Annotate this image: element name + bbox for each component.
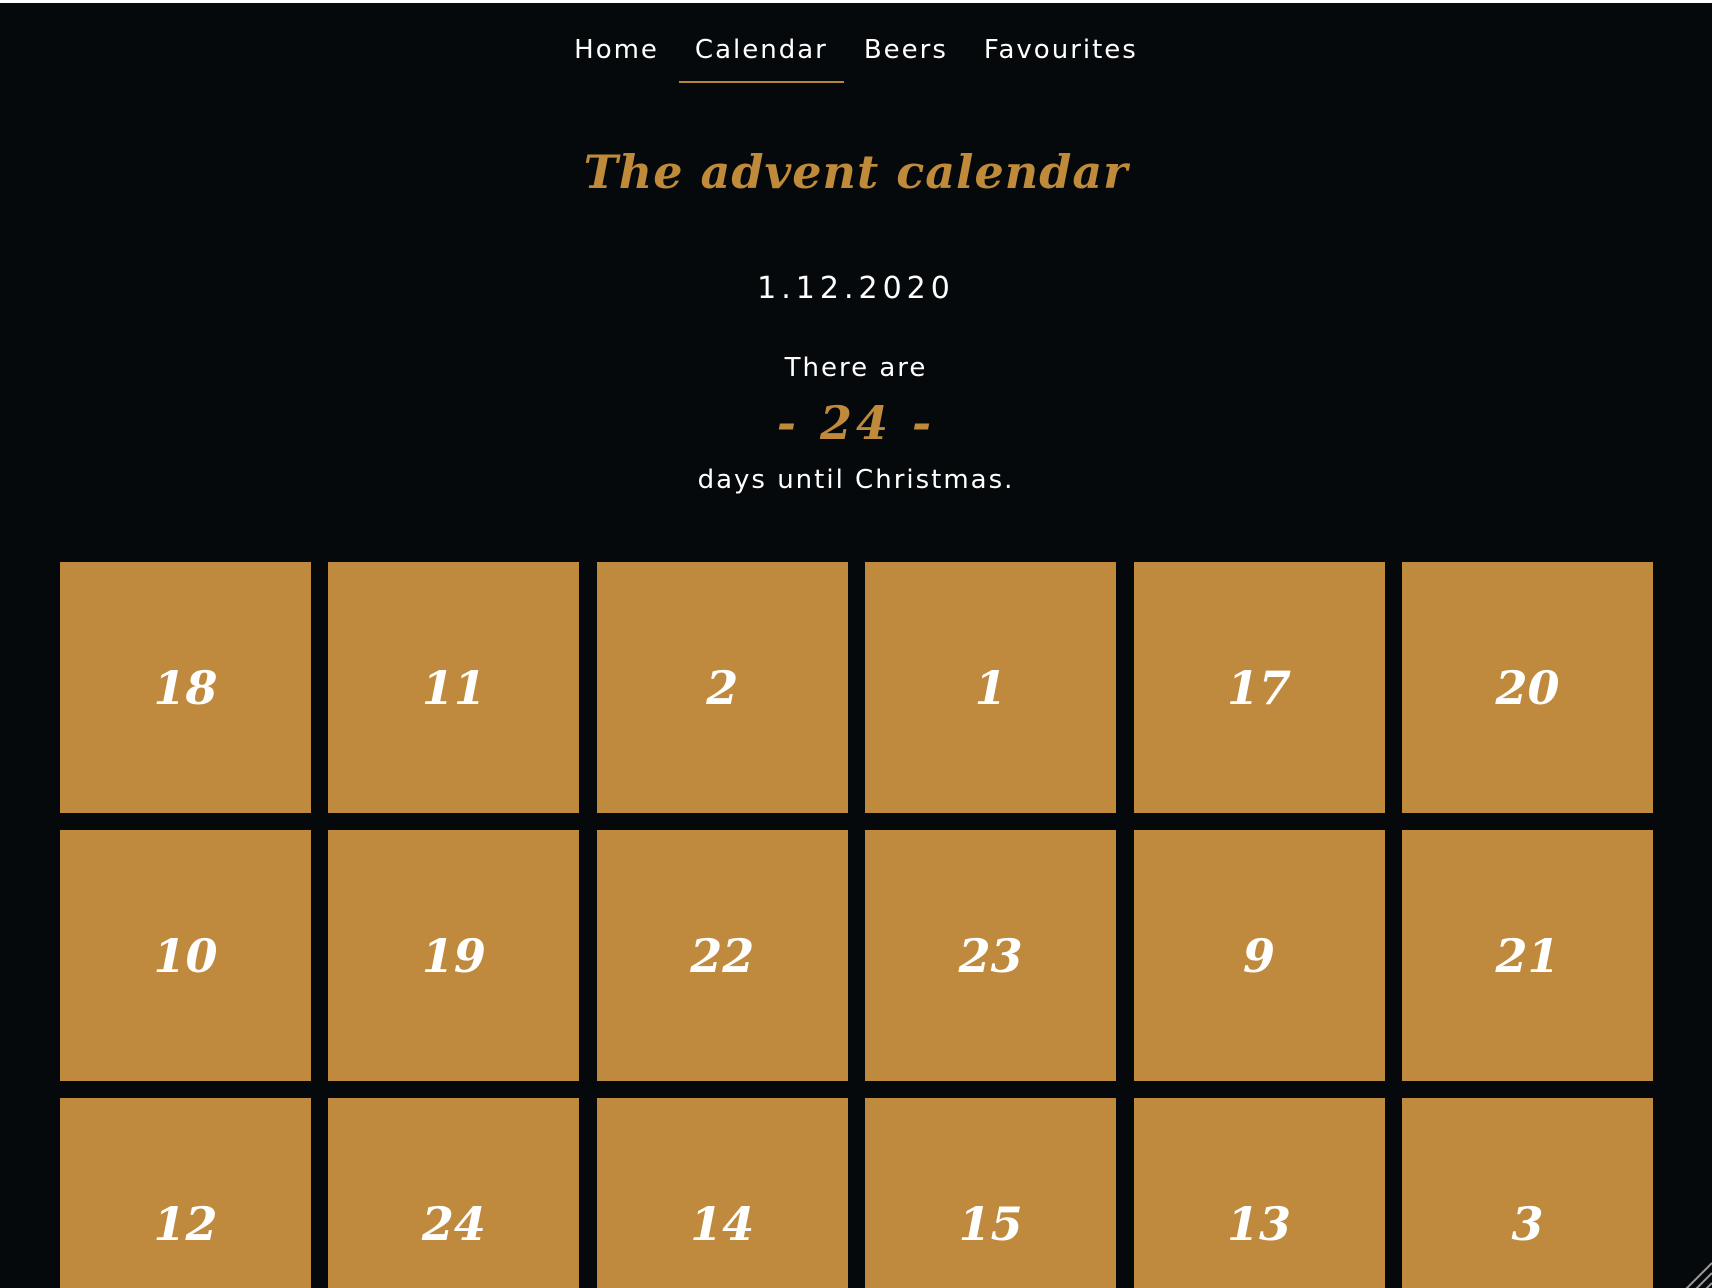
calendar-door[interactable]: 9 [1133, 830, 1385, 1081]
countdown-suffix: days until Christmas. [697, 465, 1015, 495]
current-date: 1.12.2020 [757, 271, 955, 306]
calendar-door[interactable]: 13 [1133, 1098, 1385, 1288]
door-number: 21 [1495, 928, 1560, 983]
door-number: 24 [421, 1196, 486, 1251]
calendar-door[interactable]: 14 [596, 1098, 848, 1288]
calendar-door[interactable]: 3 [1401, 1098, 1653, 1288]
window-edge [1712, 0, 1721, 1288]
door-number: 15 [958, 1196, 1023, 1251]
calendar-door[interactable]: 15 [865, 1098, 1117, 1288]
nav-home[interactable]: Home [558, 31, 675, 83]
countdown-prefix: There are [784, 353, 928, 383]
nav-favourites[interactable]: Favourites [968, 31, 1154, 83]
calendar-door[interactable]: 19 [328, 830, 580, 1081]
door-number: 22 [690, 928, 755, 983]
calendar-door[interactable]: 23 [865, 830, 1117, 1081]
door-number: 19 [421, 928, 486, 983]
app-window: Home Calendar Beers Favourites The adven… [0, 0, 1712, 1288]
door-number: 23 [958, 928, 1023, 983]
calendar-door[interactable]: 17 [1133, 562, 1385, 813]
countdown-value: - 24 - [776, 396, 936, 450]
door-number: 17 [1227, 660, 1292, 715]
calendar-door[interactable]: 12 [60, 1098, 311, 1288]
page-title: The advent calendar [583, 145, 1129, 199]
calendar-door[interactable]: 11 [328, 562, 580, 813]
door-number: 12 [153, 1196, 218, 1251]
door-number: 2 [706, 660, 739, 715]
door-number: 9 [1243, 928, 1276, 983]
calendar-door[interactable]: 21 [1401, 830, 1653, 1081]
door-number: 1 [974, 660, 1007, 715]
nav-calendar[interactable]: Calendar [678, 31, 844, 83]
door-number: 18 [153, 660, 218, 715]
calendar-door[interactable]: 2 [596, 562, 848, 813]
calendar-door[interactable]: 24 [328, 1098, 580, 1288]
resize-grip-icon[interactable] [1678, 1257, 1712, 1288]
door-number: 11 [421, 660, 486, 715]
door-number: 13 [1227, 1196, 1292, 1251]
door-number: 14 [690, 1196, 755, 1251]
main-nav: Home Calendar Beers Favourites [0, 31, 1712, 87]
calendar-door[interactable]: 22 [596, 830, 848, 1081]
door-number: 20 [1495, 660, 1560, 715]
calendar-door[interactable]: 1 [865, 562, 1117, 813]
advent-calendar-grid: 18 11 2 1 17 20 10 19 22 23 9 21 12 24 1… [60, 562, 1653, 1288]
calendar-door[interactable]: 18 [60, 562, 311, 813]
door-number: 3 [1511, 1196, 1544, 1251]
calendar-door[interactable]: 10 [60, 830, 311, 1081]
door-number: 10 [153, 928, 218, 983]
calendar-door[interactable]: 20 [1401, 562, 1653, 813]
nav-beers[interactable]: Beers [848, 31, 964, 83]
